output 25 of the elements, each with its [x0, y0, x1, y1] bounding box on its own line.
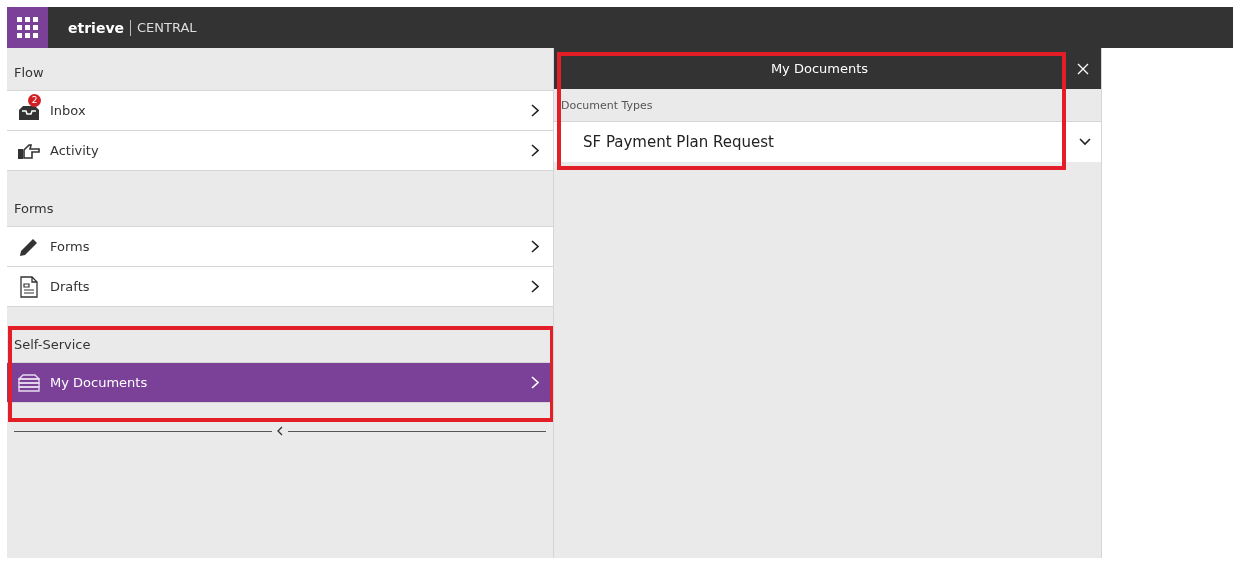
chevron-right-icon — [531, 280, 539, 293]
stacked-trays-icon — [18, 373, 40, 392]
product-name: CENTRAL — [137, 20, 197, 35]
nav-item[interactable]: Drafts — [7, 267, 553, 307]
close-icon — [1077, 62, 1089, 75]
section-heading: Flow — [13, 64, 45, 82]
chevron-right-icon — [531, 376, 539, 389]
nav-item[interactable]: My Documents — [7, 363, 553, 403]
grid-icon — [16, 16, 39, 39]
document-icon — [20, 275, 38, 298]
pointing-hand-icon — [17, 141, 41, 160]
nav-item[interactable]: Activity — [7, 131, 553, 171]
brand-logo: etrieve — [68, 19, 124, 36]
chevron-right-icon — [531, 240, 539, 253]
chevron-right-icon — [531, 104, 539, 117]
chevron-down-icon — [1079, 138, 1091, 146]
nav-item[interactable]: 2 Inbox — [7, 91, 553, 131]
count-badge: 2 — [28, 93, 41, 107]
app-launcher-button[interactable] — [7, 7, 48, 48]
panel-title: My Documents — [769, 61, 870, 76]
section-heading: Self-Service — [13, 336, 92, 354]
nav-item[interactable]: Forms — [7, 227, 553, 267]
document-type-select[interactable]: SF Payment Plan Request — [554, 122, 1101, 162]
section-heading: Forms — [13, 200, 55, 218]
chevron-right-icon — [531, 144, 539, 157]
